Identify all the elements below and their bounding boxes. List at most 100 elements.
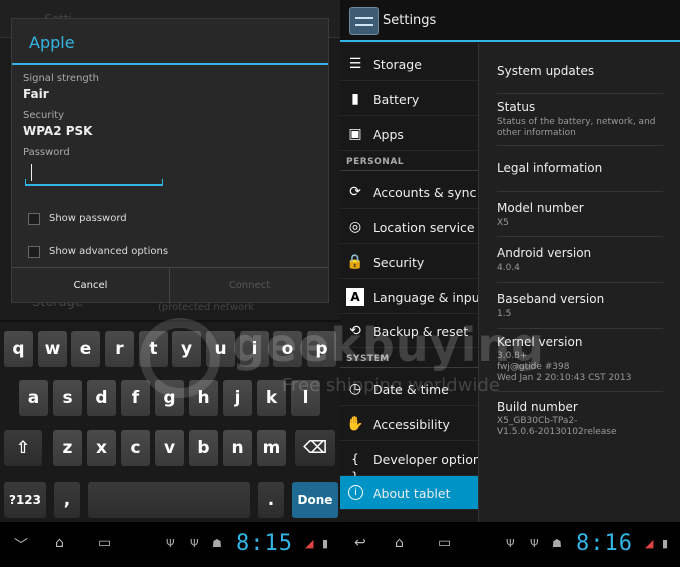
android-version-title: Android version — [497, 246, 592, 260]
security-value: WPA2 PSK — [23, 124, 93, 138]
key-v[interactable]: v — [155, 430, 184, 466]
recent-apps-icon[interactable]: ▭ — [98, 535, 111, 551]
key-c[interactable]: c — [121, 430, 150, 466]
key-z[interactable]: z — [53, 430, 82, 466]
info-icon: i — [348, 485, 363, 500]
key-m[interactable]: m — [257, 430, 286, 466]
sync-icon: ⟳ — [349, 184, 361, 200]
hide-keyboard-icon[interactable]: ﹀ — [14, 535, 28, 555]
home-icon[interactable]: ⌂ — [55, 535, 64, 551]
menu-label: Location service — [373, 220, 475, 235]
back-icon[interactable]: ↩ — [354, 535, 366, 551]
delete-key[interactable]: ⌫ — [295, 430, 335, 466]
settings-app-icon[interactable] — [349, 7, 379, 35]
key-u[interactable]: u — [206, 331, 235, 367]
menu-item-accessibility[interactable]: ✋ Accessibility — [340, 407, 478, 441]
section-personal: PERSONAL — [346, 157, 405, 167]
menu-item-security[interactable]: 🔒 Security — [340, 245, 478, 279]
location-icon: ◎ — [348, 219, 362, 235]
menu-item-accounts-sync[interactable]: ⟳ Accounts & sync — [340, 175, 478, 209]
build-number-title: Build number — [497, 400, 578, 414]
system-updates-item[interactable]: System updates — [497, 52, 663, 94]
menu-item-date-time[interactable]: ◷ Date & time — [340, 372, 478, 406]
period-key[interactable]: . — [258, 482, 284, 518]
key-d[interactable]: d — [87, 380, 116, 416]
build-number-line1: X5_GB30Cb-TPa2- — [497, 416, 578, 426]
password-label: Password — [23, 147, 70, 158]
home-icon[interactable]: ⌂ — [395, 535, 404, 551]
braces-icon: { } — [351, 452, 359, 484]
clock[interactable]: 8:15 — [236, 531, 293, 556]
key-n[interactable]: n — [223, 430, 252, 466]
usb-icon: Ψ — [506, 537, 515, 550]
section-divider — [340, 170, 478, 171]
cancel-button[interactable]: Cancel — [12, 268, 170, 304]
key-t[interactable]: t — [139, 331, 168, 367]
menu-label: Storage — [373, 57, 422, 72]
key-r[interactable]: r — [105, 331, 134, 367]
menu-label: Language & inpu — [373, 290, 480, 305]
legal-information-item[interactable]: Legal information — [497, 146, 663, 192]
key-a[interactable]: a — [19, 380, 48, 416]
clock[interactable]: 8:16 — [576, 531, 633, 556]
advanced-options-checkbox[interactable] — [28, 246, 40, 258]
symbols-key[interactable]: ?123 — [4, 482, 46, 518]
menu-item-about-tablet[interactable]: i About tablet — [340, 476, 478, 510]
key-o[interactable]: o — [273, 331, 302, 367]
left-navigation-bar: ﹀ ⌂ ▭ Ψ Ψ ☗ 8:15 ◢ ▮ — [0, 522, 340, 567]
android-icon: ☗ — [552, 537, 562, 550]
key-w[interactable]: w — [38, 331, 67, 367]
key-x[interactable]: x — [87, 430, 116, 466]
status-item[interactable]: Status Status of the battery, network, a… — [497, 94, 663, 146]
shift-key[interactable]: ⇧ — [4, 430, 42, 466]
show-password-checkbox[interactable] — [28, 213, 40, 225]
key-y[interactable]: y — [172, 331, 201, 367]
key-b[interactable]: b — [189, 430, 218, 466]
clock-icon: ◷ — [348, 381, 362, 397]
model-number-title: Model number — [497, 201, 584, 215]
menu-item-location[interactable]: ◎ Location service — [340, 210, 478, 244]
comma-key[interactable]: , — [54, 482, 80, 518]
android-version-item[interactable]: Android version 4.0.4 — [497, 237, 663, 283]
done-key[interactable]: Done — [292, 482, 338, 518]
key-g[interactable]: g — [155, 380, 184, 416]
key-h[interactable]: h — [189, 380, 218, 416]
kernel-version-title: Kernel version — [497, 335, 583, 349]
space-key[interactable] — [88, 482, 250, 518]
settings-action-bar: Settings — [340, 0, 680, 42]
key-l[interactable]: l — [291, 380, 320, 416]
backup-icon: ⟲ — [349, 323, 361, 339]
show-password-label[interactable]: Show password — [49, 213, 127, 224]
key-e[interactable]: e — [71, 331, 100, 367]
menu-label: Developer option — [373, 452, 481, 467]
advanced-options-label[interactable]: Show advanced options — [49, 246, 168, 257]
wifi-signal-icon: ◢ — [645, 537, 654, 550]
battery-icon: ▮ — [662, 537, 669, 550]
menu-label: Accessibility — [373, 417, 450, 432]
key-j[interactable]: j — [223, 380, 252, 416]
key-i[interactable]: i — [240, 331, 269, 367]
menu-label: Accounts & sync — [373, 185, 477, 200]
status-subtitle: Status of the battery, network, and othe… — [497, 117, 656, 138]
battery-icon: ▮ — [351, 91, 359, 107]
build-number-item[interactable]: Build number X5_GB30Cb-TPa2- V1.5.0.6-20… — [497, 398, 663, 448]
settings-screen: Settings ☰ Storage ▮ Battery ▣ Apps PERS… — [340, 0, 680, 567]
usb-icon: Ψ — [166, 537, 175, 550]
key-k[interactable]: k — [257, 380, 286, 416]
android-icon: ☗ — [212, 537, 222, 550]
connect-button[interactable]: Connect — [171, 268, 328, 304]
menu-item-developer[interactable]: { } Developer option — [340, 442, 481, 484]
key-f[interactable]: f — [121, 380, 150, 416]
menu-item-storage[interactable]: ☰ Storage — [340, 47, 478, 81]
wifi-connect-screen: Setti Storage (protected network Apple S… — [0, 0, 340, 567]
key-p[interactable]: p — [307, 331, 336, 367]
menu-item-backup-reset[interactable]: ⟲ Backup & reset — [340, 314, 478, 348]
password-input[interactable] — [25, 162, 163, 186]
menu-item-apps[interactable]: ▣ Apps — [340, 117, 478, 151]
key-q[interactable]: q — [4, 331, 33, 367]
menu-item-battery[interactable]: ▮ Battery — [340, 82, 478, 116]
recent-apps-icon[interactable]: ▭ — [438, 535, 451, 551]
kernel-version-line2: fwj@gtide #398 — [497, 362, 570, 372]
key-s[interactable]: s — [53, 380, 82, 416]
menu-item-language[interactable]: A Language & inpu — [340, 280, 480, 314]
